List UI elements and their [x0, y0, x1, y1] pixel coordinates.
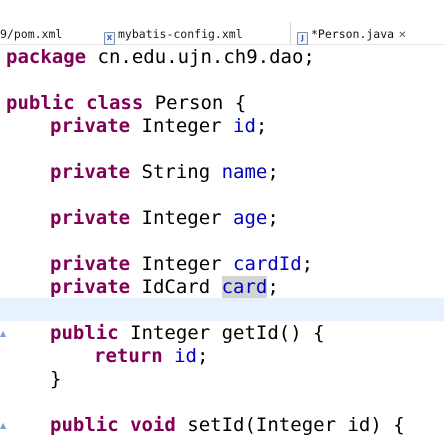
keyword: private	[50, 115, 131, 137]
code-editor[interactable]: package cn.edu.ujn.ch9.dao; public class…	[0, 44, 444, 436]
tab-mybatis-config-xml[interactable]: Xmybatis-config.xml	[104, 27, 243, 45]
keyword: package	[6, 46, 87, 68]
field-name: name	[221, 161, 268, 183]
punctuation: ;	[267, 207, 279, 229]
code-line: private IdCard card;	[50, 276, 279, 299]
code-line: private Integer cardId;	[50, 253, 313, 276]
class-name: Person {	[143, 92, 247, 114]
keyword: public	[6, 92, 75, 114]
override-marker-icon: ▲	[0, 329, 7, 338]
keyword: public	[50, 414, 119, 436]
field-name: id	[233, 115, 256, 137]
keyword: class	[86, 92, 144, 114]
closing-brace: }	[50, 368, 62, 390]
keyword: private	[50, 207, 131, 229]
current-line-highlight	[0, 298, 444, 321]
punctuation: ;	[196, 345, 209, 367]
keyword: void	[130, 414, 176, 436]
code-line: return id;	[94, 345, 208, 368]
code-line: public void setId(Integer id) {	[50, 414, 405, 437]
type-name: IdCard	[130, 276, 222, 298]
punctuation: ;	[267, 161, 279, 183]
field-name-occurrence: card	[221, 276, 268, 298]
tab-person-java[interactable]: J *Person.java ✕	[290, 22, 444, 45]
override-marker-icon: ▲	[0, 421, 7, 430]
code-line: private String name;	[50, 161, 279, 184]
punctuation: ;	[267, 276, 279, 298]
type-name: Integer	[130, 253, 234, 275]
package-name: cn.edu.ujn.ch9.dao;	[86, 46, 315, 68]
type-name: Integer	[130, 115, 234, 137]
code-line: public Integer getId() {	[50, 322, 325, 345]
field-name: id	[174, 345, 197, 367]
keyword: private	[50, 276, 131, 298]
field-name: age	[233, 207, 268, 229]
keyword: public	[50, 322, 119, 344]
keyword: private	[50, 253, 131, 275]
keyword: private	[50, 161, 131, 183]
method-signature: setId(Integer id) {	[175, 414, 405, 436]
code-line: }	[50, 368, 61, 391]
punctuation: ;	[301, 253, 314, 275]
tab-label: *Person.java	[311, 27, 395, 41]
tab-pom-xml[interactable]: 9/pom.xml	[0, 27, 62, 41]
type-name: Integer	[130, 207, 234, 229]
code-line: public class Person {	[6, 92, 246, 115]
tab-label: mybatis-config.xml	[118, 27, 243, 41]
tab-label: 9/pom.xml	[0, 27, 63, 41]
type-name: String	[130, 161, 222, 183]
code-line: private Integer age;	[50, 207, 279, 230]
editor-tab-bar: 9/pom.xml Xmybatis-config.xml J *Person.j…	[0, 0, 444, 45]
punctuation: ;	[255, 115, 268, 137]
field-name: cardId	[233, 253, 302, 275]
method-signature: Integer getId() {	[118, 322, 325, 344]
code-line: package cn.edu.ujn.ch9.dao;	[6, 46, 315, 69]
keyword: return	[94, 345, 163, 367]
close-icon[interactable]: ✕	[398, 29, 406, 43]
code-line: private Integer id;	[50, 115, 267, 138]
